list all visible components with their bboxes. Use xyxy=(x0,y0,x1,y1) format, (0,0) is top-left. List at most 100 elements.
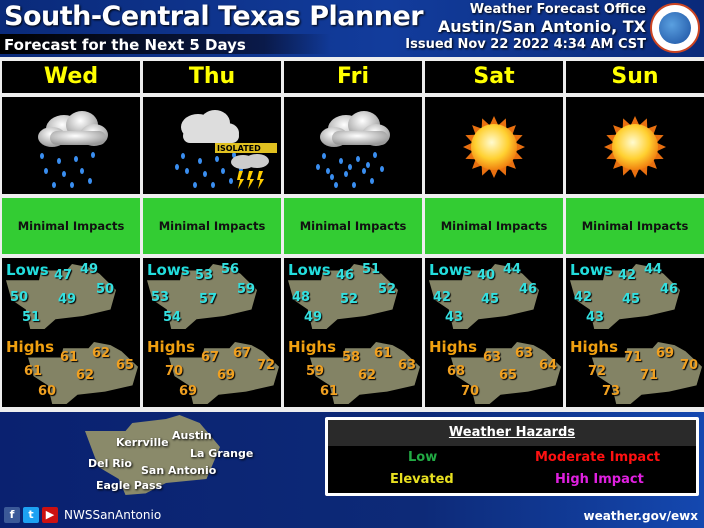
temperature-map: Lows Highs 42 44 42 46 45 43 71 69 72 70 71 73 xyxy=(566,258,704,407)
low-temp: 48 xyxy=(292,290,311,305)
low-temp: 43 xyxy=(586,310,605,325)
highs-label: Highs xyxy=(288,338,337,356)
high-temp: 64 xyxy=(539,358,558,373)
forecast-grid: Wed Minimal Impacts Lows Highs 47 49 50 50 49 51 6… xyxy=(0,57,704,412)
impact-level: Minimal Impacts xyxy=(2,198,140,254)
low-temp: 54 xyxy=(163,310,182,325)
high-temp: 67 xyxy=(201,350,220,365)
low-temp: 51 xyxy=(22,310,41,325)
low-temp: 53 xyxy=(151,290,170,305)
city-label: Eagle Pass xyxy=(96,479,163,492)
high-temp: 61 xyxy=(320,384,339,399)
low-temp: 49 xyxy=(304,310,323,325)
high-temp: 62 xyxy=(358,368,377,383)
hazard-legend: Weather Hazards Low Moderate Impact Elev… xyxy=(325,417,699,496)
high-temp: 65 xyxy=(116,358,135,373)
day-header: Thu xyxy=(143,61,281,93)
high-temp: 70 xyxy=(461,384,480,399)
page-subtitle: Forecast for the Next 5 Days xyxy=(4,36,246,54)
rain-cloud-icon xyxy=(2,97,140,194)
sunny-icon xyxy=(566,97,704,194)
youtube-icon[interactable]: ▶ xyxy=(42,507,58,523)
office-name: Weather Forecast Office xyxy=(469,2,646,17)
high-temp: 73 xyxy=(602,384,621,399)
social-handle[interactable]: NWSSanAntonio xyxy=(64,508,161,522)
hazard-elevated: Elevated xyxy=(390,472,454,487)
facebook-icon[interactable]: f xyxy=(4,507,20,523)
low-temp: 46 xyxy=(336,268,355,283)
high-temp: 67 xyxy=(233,346,252,361)
nws-logo-icon[interactable] xyxy=(650,3,700,53)
temperature-map: Lows Highs 47 49 50 50 49 51 61 62 61 65 62 60 xyxy=(2,258,140,407)
office-info: Weather Forecast Office Austin/San Anton… xyxy=(405,2,646,54)
high-temp: 59 xyxy=(306,364,325,379)
hazard-legend-title: Weather Hazards xyxy=(328,420,696,446)
hazard-high: High Impact xyxy=(555,472,644,487)
lows-label: Lows xyxy=(147,261,190,279)
impact-level: Minimal Impacts xyxy=(284,198,422,254)
high-temp: 69 xyxy=(217,368,236,383)
highs-label: Highs xyxy=(147,338,196,356)
lows-label: Lows xyxy=(429,261,472,279)
impact-level: Minimal Impacts xyxy=(566,198,704,254)
highs-label: Highs xyxy=(6,338,55,356)
low-temp: 45 xyxy=(622,292,641,307)
issued-time: Issued Nov 22 2022 4:34 AM CST xyxy=(405,37,646,52)
low-temp: 42 xyxy=(433,290,452,305)
low-temp: 44 xyxy=(503,262,522,277)
low-temp: 50 xyxy=(96,282,115,297)
low-temp: 43 xyxy=(445,310,464,325)
high-temp: 72 xyxy=(257,358,276,373)
low-temp: 49 xyxy=(80,262,99,277)
low-temp: 57 xyxy=(199,292,218,307)
lows-label: Lows xyxy=(570,261,613,279)
low-temp: 51 xyxy=(362,262,381,277)
low-temp: 40 xyxy=(477,268,496,283)
page-title: South-Central Texas Planner xyxy=(4,1,424,32)
city-label: Kerrville xyxy=(116,436,169,449)
header-banner: South-Central Texas Planner Forecast for… xyxy=(0,0,704,57)
low-temp: 59 xyxy=(237,282,256,297)
high-temp: 63 xyxy=(398,358,417,373)
city-label: La Grange xyxy=(190,447,254,460)
temperature-map: Lows Highs 46 51 48 52 52 49 58 61 59 63 62 61 xyxy=(284,258,422,407)
social-links: f t ▶ NWSSanAntonio xyxy=(4,507,161,523)
high-temp: 61 xyxy=(24,364,43,379)
high-temp: 60 xyxy=(38,384,57,399)
low-temp: 44 xyxy=(644,262,663,277)
low-temp: 50 xyxy=(10,290,29,305)
city-label: San Antonio xyxy=(141,464,217,477)
low-temp: 53 xyxy=(195,268,214,283)
website-link[interactable]: weather.gov/ewx xyxy=(583,509,698,523)
low-temp: 46 xyxy=(660,282,679,297)
twitter-icon[interactable]: t xyxy=(23,507,39,523)
high-temp: 71 xyxy=(640,368,659,383)
low-temp: 52 xyxy=(378,282,397,297)
city-label: Del Rio xyxy=(88,457,132,470)
high-temp: 70 xyxy=(680,358,699,373)
low-temp: 52 xyxy=(340,292,359,307)
hazard-low: Low xyxy=(408,450,438,465)
high-temp: 72 xyxy=(588,364,607,379)
rain-isolated-thunderstorm-icon: ISOLATED xyxy=(143,97,281,194)
low-temp: 56 xyxy=(221,262,240,277)
lows-label: Lows xyxy=(6,261,49,279)
rain-cloud-icon xyxy=(284,97,422,194)
high-temp: 69 xyxy=(179,384,198,399)
low-temp: 47 xyxy=(54,268,73,283)
high-temp: 68 xyxy=(447,364,466,379)
highs-label: Highs xyxy=(570,338,619,356)
low-temp: 42 xyxy=(618,268,637,283)
high-temp: 58 xyxy=(342,350,361,365)
high-temp: 69 xyxy=(656,346,675,361)
high-temp: 71 xyxy=(624,350,643,365)
sunny-icon xyxy=(425,97,563,194)
day-header: Fri xyxy=(284,61,422,93)
day-header: Sat xyxy=(425,61,563,93)
city-label: Austin xyxy=(172,429,212,442)
svg-text:ISOLATED: ISOLATED xyxy=(217,144,261,153)
low-temp: 46 xyxy=(519,282,538,297)
high-temp: 61 xyxy=(60,350,79,365)
high-temp: 65 xyxy=(499,368,518,383)
high-temp: 63 xyxy=(515,346,534,361)
